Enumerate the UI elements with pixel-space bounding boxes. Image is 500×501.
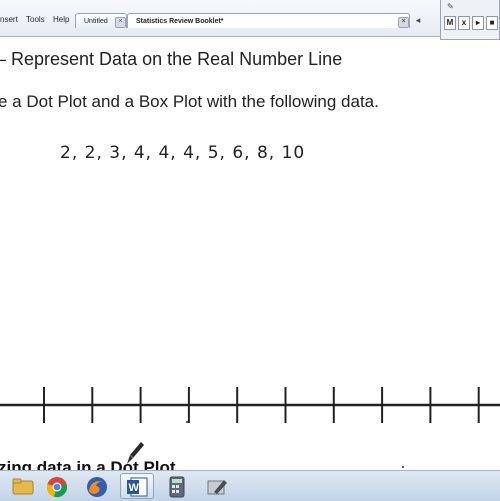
taskbar-pen-tablet[interactable] <box>200 473 234 499</box>
taskbar-calculator[interactable] <box>160 473 194 499</box>
tab-statistics-review-booklet[interactable]: Statistics Review Booklet* × <box>127 13 410 28</box>
close-icon[interactable]: × <box>398 17 409 28</box>
chrome-icon <box>46 477 67 498</box>
folder-icon <box>12 478 34 495</box>
close-icon[interactable]: × <box>115 17 126 28</box>
add-tab-button[interactable]: ◂ <box>410 13 426 28</box>
data-values: 2, 2, 3, 4, 4, 4, 5, 6, 8, 10 <box>60 143 306 163</box>
firefox-icon <box>87 477 107 497</box>
play-button[interactable]: ▸ <box>472 16 484 30</box>
calculator-icon <box>169 476 185 498</box>
tab-label: Untitled <box>84 18 108 25</box>
menu-and-tab-bar: nsert Tools Help Untitled × Statistics R… <box>0 0 500 37</box>
stop-button[interactable]: ■ <box>486 16 498 30</box>
word-icon: W <box>127 477 148 497</box>
tab-label: Statistics Review Booklet* <box>136 18 224 25</box>
close-button[interactable]: x <box>458 16 470 30</box>
grip-icon[interactable]: ✎ <box>447 2 454 11</box>
taskbar-firefox[interactable] <box>80 473 114 499</box>
minimize-button[interactable]: M <box>444 16 456 30</box>
taskbar-chrome[interactable] <box>40 473 74 499</box>
menu-insert[interactable]: nsert <box>0 15 18 24</box>
taskbar-word[interactable]: W <box>120 473 154 499</box>
menu-tools[interactable]: Tools <box>26 15 45 24</box>
ink-speck <box>402 466 404 468</box>
instruction-text: e a Dot Plot and a Box Plot with the fol… <box>0 92 379 111</box>
floating-toolbar: ✎ M x ▸ ■ <box>440 0 500 40</box>
taskbar: W <box>0 470 500 501</box>
number-line <box>0 387 500 423</box>
svg-text:W: W <box>129 482 140 494</box>
tab-untitled[interactable]: Untitled × <box>75 13 127 28</box>
page-title: – Represent Data on the Real Number Line <box>0 49 343 69</box>
pen-tablet-icon <box>207 480 227 495</box>
menu-help[interactable]: Help <box>53 15 69 24</box>
ink-speck <box>186 421 188 423</box>
taskbar-folder[interactable] <box>6 473 40 499</box>
